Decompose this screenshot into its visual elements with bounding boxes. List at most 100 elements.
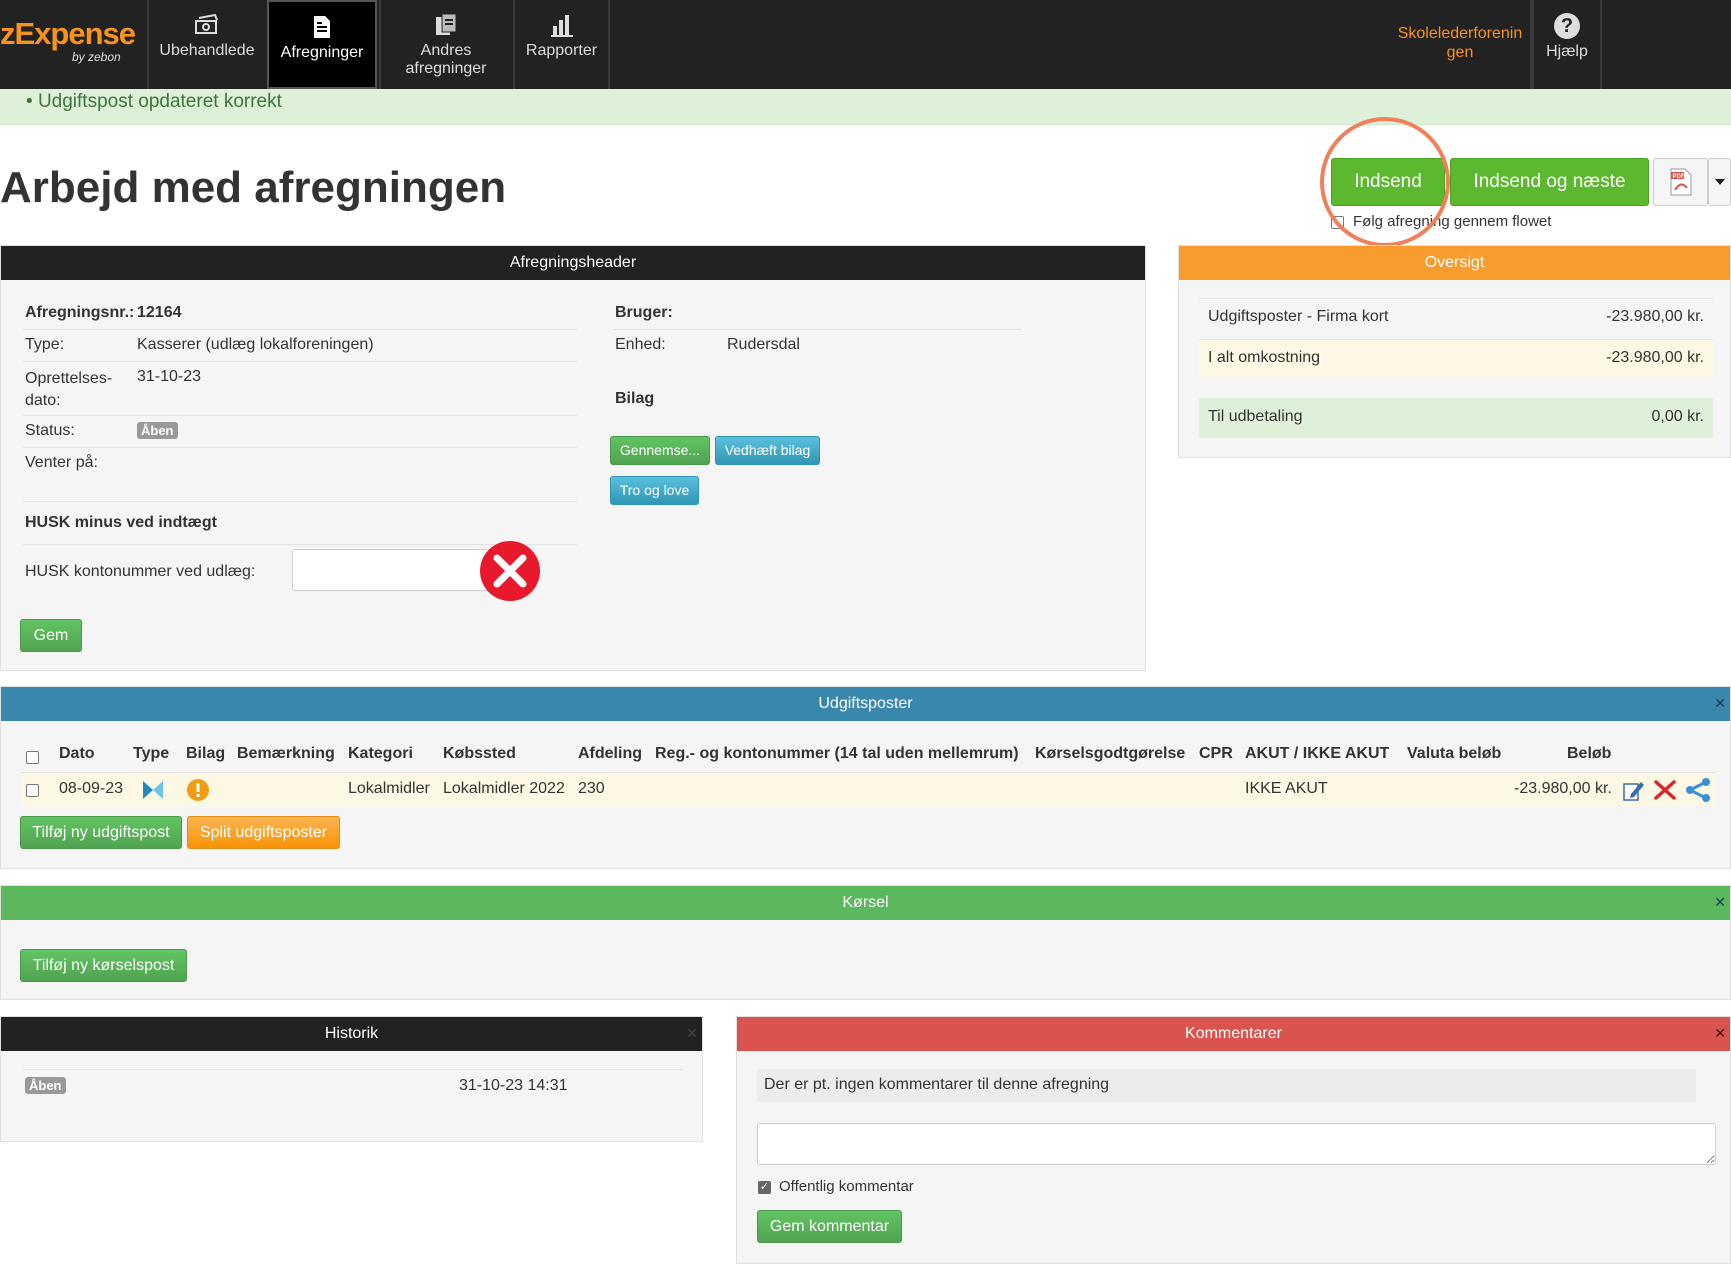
nav-afregninger[interactable]: Afregninger [267, 0, 377, 89]
public-comment-checkbox[interactable]: ✓ [758, 1181, 771, 1194]
caret-down-icon [1714, 179, 1725, 185]
col-header[interactable]: Dato [59, 745, 95, 763]
type-value: Kasserer (udlæg lokalforeningen) [137, 336, 374, 353]
close-icon[interactable]: ✕ [1714, 894, 1726, 911]
money-icon [195, 13, 218, 34]
row-department: 230 [578, 780, 605, 797]
nav-ubehandlede[interactable]: Ubehandlede [147, 0, 265, 89]
col-header[interactable]: Kørselsgodtgørelse [1035, 745, 1185, 763]
help-button[interactable]: ? Hjælp [1532, 0, 1602, 89]
created-value: 31-10-23 [137, 368, 202, 385]
row-category: Lokalmidler [348, 780, 430, 797]
help-icon: ? [1554, 13, 1580, 39]
split-expenses-button[interactable]: Split udgiftsposter [187, 816, 340, 849]
col-header[interactable]: Afdeling [578, 745, 642, 763]
select-all-checkbox[interactable] [26, 751, 39, 764]
col-header[interactable]: Bemærkning [237, 745, 335, 763]
history-panel: Historik ✕ Åben 31-10-23 14:31 [0, 1016, 703, 1142]
expenses-panel: Udgiftsposter ✕ Dato Type Bilag Bemærkni… [0, 686, 1731, 869]
history-status-badge: Åben [25, 1077, 66, 1095]
row-checkbox[interactable] [26, 784, 39, 797]
help-label: Hjælp [1546, 43, 1588, 60]
col-header[interactable]: Beløb [1567, 745, 1611, 763]
pdf-button[interactable]: PDF [1653, 158, 1708, 206]
col-header[interactable]: Valuta beløb [1407, 745, 1501, 763]
highlight-circle-annotation [1320, 117, 1450, 247]
comment-textarea[interactable] [757, 1123, 1716, 1165]
browse-button[interactable]: Gennemse... [610, 436, 710, 465]
close-icon[interactable]: ✕ [686, 1025, 698, 1042]
card-type-icon [143, 781, 163, 799]
documents-icon [436, 13, 457, 35]
warning-icon[interactable] [186, 778, 210, 802]
history-timestamp: 31-10-23 14:31 [459, 1077, 568, 1094]
logo-text: zExpense [0, 16, 136, 51]
document-icon [314, 16, 330, 38]
nav-rapporter[interactable]: Rapporter [513, 0, 608, 89]
col-header[interactable]: Kategori [348, 745, 413, 763]
tro-og-love-button[interactable]: Tro og love [610, 476, 699, 505]
delete-icon[interactable] [1653, 778, 1677, 802]
account-number-input[interactable] [292, 549, 492, 591]
settlement-no-value: 12164 [137, 304, 182, 321]
table-row[interactable]: 08-09-23 Lokalmidler Lokalmidler 2022 23… [21, 772, 1716, 806]
panel-title: Kørsel [1, 886, 1730, 920]
overview-label: Til udbetaling [1208, 408, 1303, 425]
overview-row: Til udbetaling 0,00 kr. [1199, 398, 1713, 438]
share-icon[interactable] [1684, 777, 1712, 803]
add-expense-button[interactable]: Tilføj ny udgiftspost [20, 816, 182, 849]
svg-text:PDF: PDF [1672, 174, 1684, 180]
zexpense-logo[interactable]: zExpense by zebon [0, 14, 136, 74]
save-comment-button[interactable]: Gem kommentar [757, 1210, 902, 1243]
husk-title: HUSK minus ved indtægt [25, 514, 218, 531]
nav-label: Ubehandlede [159, 42, 255, 59]
close-icon[interactable]: ✕ [1714, 1025, 1726, 1042]
submit-next-button[interactable]: Indsend og næste [1450, 158, 1649, 206]
status-badge: Åben [137, 422, 178, 440]
divider [23, 1069, 683, 1070]
type-label: Type: [25, 336, 65, 353]
comments-panel: Kommentarer ✕ Der er pt. ingen kommentar… [736, 1016, 1731, 1264]
settlement-no-label: Afregningsnr.: [25, 304, 135, 321]
waiting-label: Venter på: [25, 454, 98, 471]
row-amount: -23.980,00 kr. [1514, 780, 1612, 797]
overview-panel: Oversigt Udgiftsposter - Firma kort -23.… [1178, 245, 1731, 458]
col-header[interactable]: AKUT / IKKE AKUT [1245, 745, 1389, 763]
nav-andres-afregninger[interactable]: Andres afregninger [379, 0, 511, 89]
unit-value: Rudersdal [727, 336, 800, 353]
success-alert: • Udgiftspost opdateret korrekt [0, 89, 1731, 125]
history-status: Åben [25, 1077, 66, 1094]
save-button[interactable]: Gem [20, 619, 82, 652]
unit-label: Enhed: [615, 336, 666, 353]
col-header[interactable]: Reg.- og kontonummer (14 tal uden mellem… [655, 745, 1019, 763]
overview-label: Udgiftsposter - Firma kort [1208, 308, 1389, 325]
page-title: Arbejd med afregningen [0, 163, 507, 212]
row-urgency: IKKE AKUT [1245, 780, 1328, 797]
add-driving-button[interactable]: Tilføj ny kørselspost [20, 949, 187, 982]
alert-message: • Udgiftspost opdateret korrekt [26, 91, 282, 112]
top-navbar: zExpense by zebon Ubehandlede Afregninge… [0, 0, 1731, 89]
alert-text: Udgiftspost opdateret korrekt [37, 91, 282, 112]
col-header[interactable]: Købssted [443, 745, 516, 763]
pdf-dropdown-button[interactable] [1708, 158, 1731, 206]
overview-value: -23.980,00 kr. [1606, 308, 1704, 325]
close-icon[interactable]: ✕ [1714, 695, 1726, 712]
status-value: Åben [137, 422, 178, 439]
divider [23, 361, 577, 362]
edit-icon[interactable] [1621, 778, 1645, 802]
col-header[interactable]: Bilag [186, 745, 225, 763]
driving-panel: Kørsel ✕ Tilføj ny kørselspost [0, 885, 1731, 1000]
row-date: 08-09-23 [59, 780, 124, 797]
attach-receipt-button[interactable]: Vedhæft bilag [715, 436, 820, 465]
pdf-icon: PDF [1670, 168, 1691, 196]
overview-row: Udgiftsposter - Firma kort -23.980,00 kr… [1199, 299, 1713, 338]
error-x-icon [480, 541, 540, 601]
divider [23, 329, 577, 330]
panel-title: Oversigt [1179, 246, 1730, 280]
col-header[interactable]: Type [133, 745, 169, 763]
col-header[interactable]: CPR [1199, 745, 1233, 763]
divider [23, 501, 577, 502]
public-comment-label: Offentlig kommentar [779, 1178, 914, 1195]
overview-value: -23.980,00 kr. [1606, 349, 1704, 366]
organization-link[interactable]: Skolelederforeningen [1395, 24, 1525, 62]
